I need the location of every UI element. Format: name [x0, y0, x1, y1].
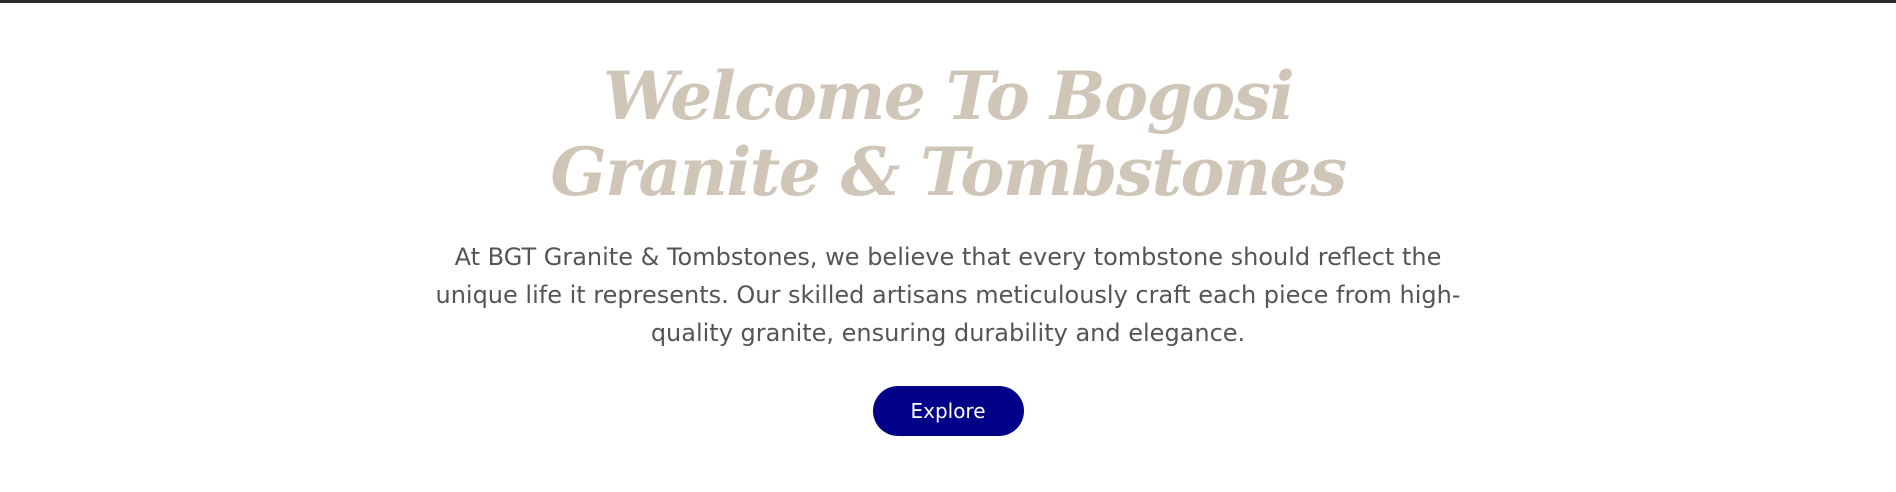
hero-description: At BGT Granite & Tombstones, we believe …: [435, 243, 1461, 347]
hero-section: Welcome To Bogosi Granite & Tombstones A…: [0, 3, 1896, 492]
hero-title: Welcome To Bogosi Granite & Tombstones: [550, 57, 1347, 211]
explore-button[interactable]: Explore: [872, 386, 1024, 436]
